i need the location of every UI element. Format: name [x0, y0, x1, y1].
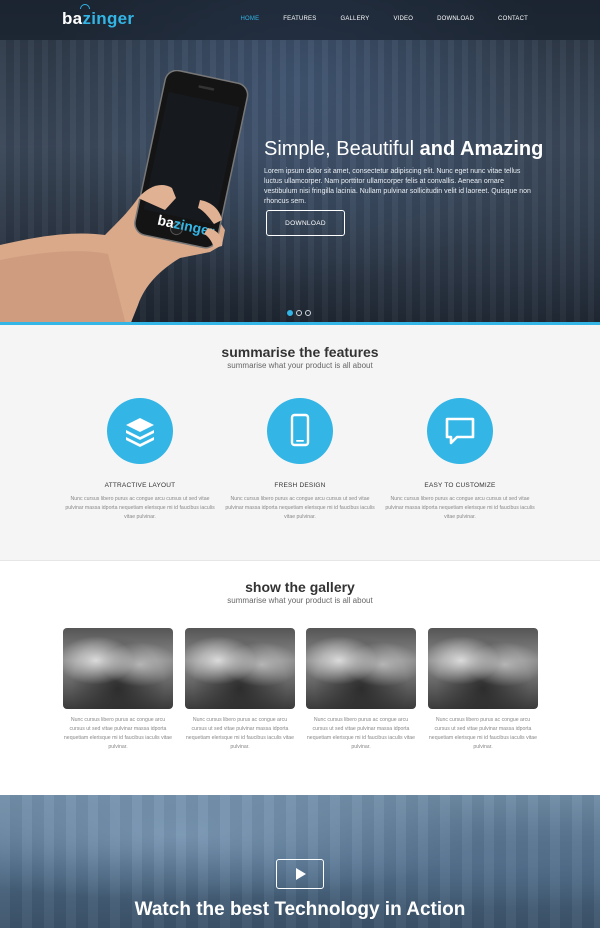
nav-item-contact[interactable]: CONTACT	[486, 16, 540, 22]
nav-item-video[interactable]: VIDEO	[381, 16, 425, 22]
slider-dots	[287, 310, 311, 316]
slider-dot[interactable]	[296, 310, 302, 316]
feature-name: EASY TO CUSTOMIZE	[424, 482, 496, 489]
slider-dot[interactable]	[287, 310, 293, 316]
logo-suffix: zinger	[82, 9, 135, 28]
nav-item-download[interactable]: DOWNLOAD	[425, 16, 486, 22]
features-subtitle: summarise what your product is all about	[227, 361, 373, 370]
play-icon	[296, 868, 306, 880]
video-title: Watch the best Technology in Action	[0, 899, 600, 921]
nav-item-features[interactable]: FEATURES	[271, 16, 328, 22]
feature-description: Nunc cursus libero purus ac congue arcu …	[65, 496, 215, 520]
gallery-title: show the gallery	[245, 579, 355, 595]
nav-item-gallery[interactable]: GALLERY	[328, 16, 381, 22]
features-section: summarise the features summarise what yo…	[0, 325, 600, 561]
tablet-icon	[267, 398, 333, 464]
features-title: summarise the features	[221, 344, 379, 360]
feature-name: ATTRACTIVE LAYOUT	[104, 482, 176, 489]
hand-holding-phone-image: bazinger	[0, 70, 249, 325]
nav-item-home[interactable]: HOME	[228, 16, 271, 22]
gallery-thumbnail[interactable]	[306, 628, 416, 709]
feature-item: EASY TO CUSTOMIZE Nunc cursus libero pur…	[385, 398, 535, 522]
hero-headline: Simple, Beautiful and Amazing	[264, 138, 543, 161]
gallery-caption: Nunc cursus libero purus ac congue arcu …	[428, 717, 538, 750]
video-title-light: Watch the best Technology in	[134, 899, 407, 920]
gallery-subtitle: summarise what your product is all about	[227, 596, 373, 605]
layers-icon	[107, 398, 173, 464]
gallery-section: show the gallery summarise what your pro…	[0, 562, 600, 795]
gallery-thumbnail[interactable]	[63, 628, 173, 709]
gallery-thumbnail[interactable]	[185, 628, 295, 709]
play-button[interactable]	[276, 859, 324, 889]
hero-section: bazinger bazinger HOME FEATURES GALLERY …	[0, 0, 600, 325]
feature-description: Nunc cursus libero purus ac congue arcu …	[385, 496, 535, 520]
download-button[interactable]: DOWNLOAD	[266, 210, 345, 236]
hero-headline-light: Simple, Beautiful	[264, 138, 420, 160]
logo-prefix: ba	[62, 9, 83, 28]
slider-dot[interactable]	[305, 310, 311, 316]
main-nav: HOME FEATURES GALLERY VIDEO DOWNLOAD CON…	[228, 16, 540, 22]
feature-item: ATTRACTIVE LAYOUT Nunc cursus libero pur…	[65, 398, 215, 522]
feature-name: FRESH DESIGN	[274, 482, 326, 489]
video-section: Watch the best Technology in Action	[0, 795, 600, 928]
video-title-bold: Action	[406, 899, 466, 920]
logo-wifi-icon	[80, 4, 90, 9]
hero-lead-text: Lorem ipsum dolor sit amet, consectetur …	[264, 168, 531, 205]
feature-description: Nunc cursus libero purus ac congue arcu …	[225, 496, 375, 520]
gallery-caption: Nunc cursus libero purus ac congue arcu …	[306, 717, 416, 750]
gallery-caption: Nunc cursus libero purus ac congue arcu …	[63, 717, 173, 750]
feature-item: FRESH DESIGN Nunc cursus libero purus ac…	[225, 398, 375, 522]
gallery-thumbnail[interactable]	[428, 628, 538, 709]
chat-icon	[427, 398, 493, 464]
top-navigation-bar: bazinger HOME FEATURES GALLERY VIDEO DOW…	[0, 0, 600, 40]
site-logo[interactable]: bazinger	[62, 9, 134, 29]
gallery-caption: Nunc cursus libero purus ac congue arcu …	[185, 717, 295, 750]
hero-headline-bold: and Amazing	[419, 138, 544, 160]
